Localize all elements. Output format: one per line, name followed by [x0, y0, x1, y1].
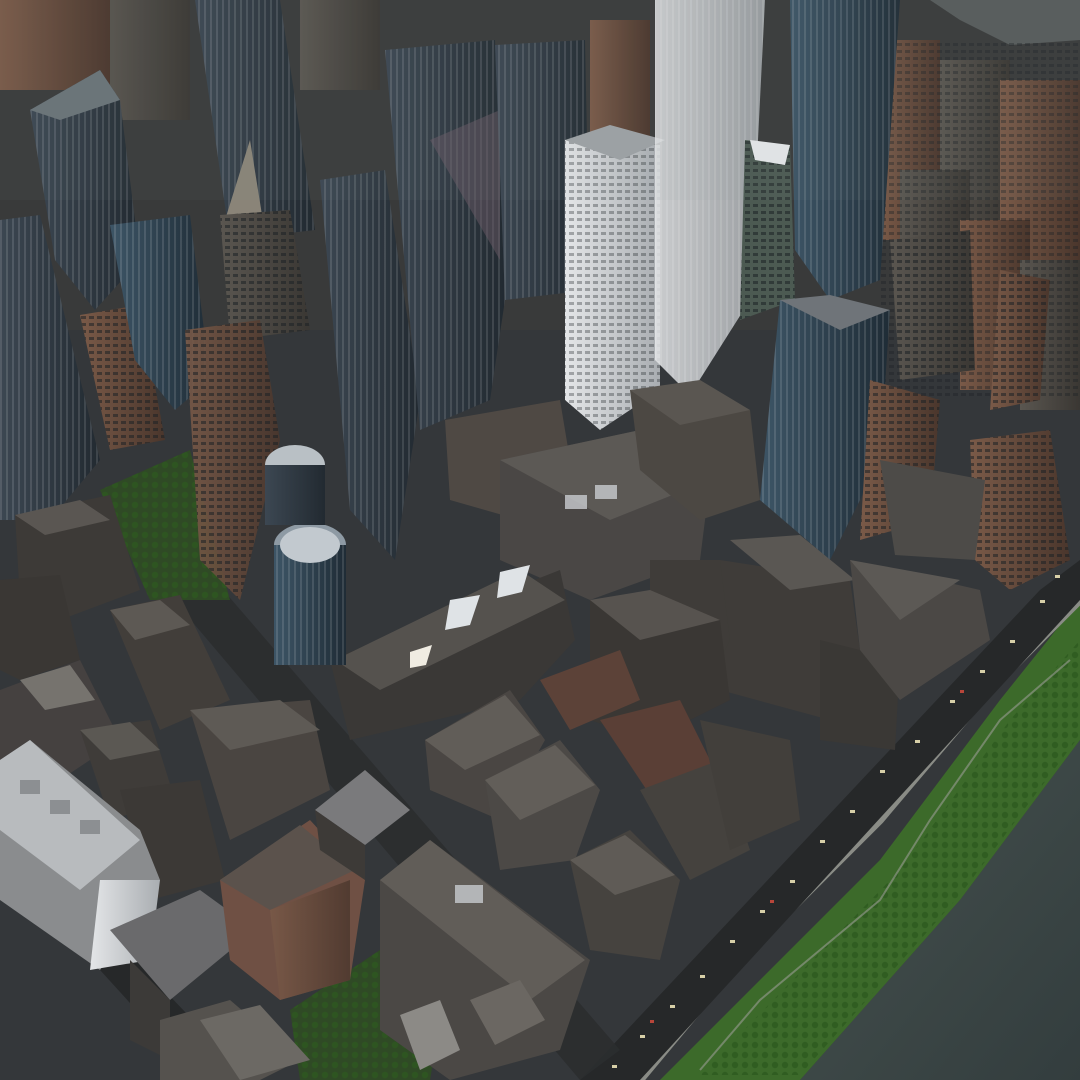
aerial-city-illustration — [0, 0, 1080, 1080]
city-scene — [0, 0, 1080, 1080]
